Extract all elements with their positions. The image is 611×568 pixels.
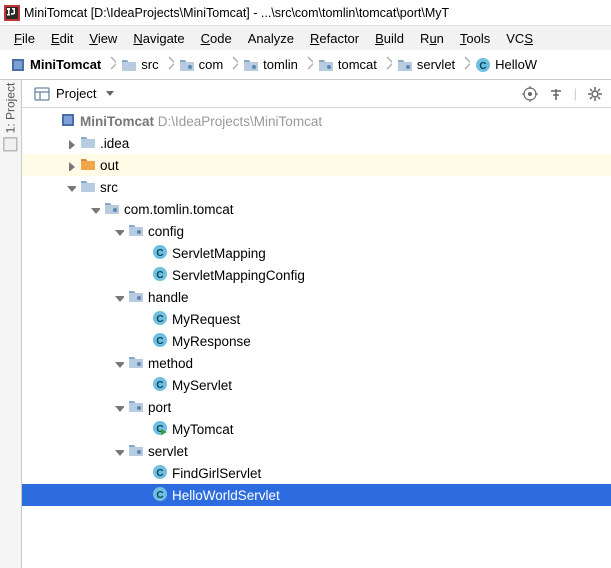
tree-row-handle[interactable]: handle: [22, 286, 611, 308]
chevron-right-icon: [302, 55, 314, 74]
tree-row-package[interactable]: com.tomlin.tomcat: [22, 198, 611, 220]
menu-bar: File Edit View Navigate Code Analyze Ref…: [0, 26, 611, 50]
folder-icon: [80, 134, 96, 153]
class-runnable-icon: [152, 420, 168, 439]
chevron-right-icon: [227, 55, 239, 74]
project-view-label[interactable]: Project: [56, 86, 96, 101]
project-view-icon: [34, 86, 50, 102]
crumb-tomlin[interactable]: tomlin: [243, 57, 298, 73]
collapse-all-icon[interactable]: [548, 86, 564, 102]
class-icon: [152, 486, 168, 505]
menu-code[interactable]: Code: [193, 28, 240, 49]
scroll-from-source-icon[interactable]: [522, 86, 538, 102]
expand-arrow-icon[interactable]: [62, 135, 78, 151]
menu-refactor[interactable]: Refactor: [302, 28, 367, 49]
crumb-com[interactable]: com: [179, 57, 224, 73]
tree-row-findgirlservlet[interactable]: FindGirlServlet: [22, 462, 611, 484]
menu-tools[interactable]: Tools: [452, 28, 498, 49]
expand-arrow-icon[interactable]: [110, 399, 126, 415]
expand-arrow-icon[interactable]: [62, 157, 78, 173]
expand-arrow-icon[interactable]: [86, 201, 102, 217]
tree-row-root-cutoff[interactable]: MiniTomcat D:\IdeaProjects\MiniTomcat: [22, 110, 611, 132]
folder-icon: [80, 178, 96, 197]
expand-arrow-icon[interactable]: [110, 443, 126, 459]
crumb-servlet[interactable]: servlet: [397, 57, 455, 73]
expand-arrow-icon[interactable]: [62, 179, 78, 195]
class-icon: [152, 332, 168, 351]
expand-arrow-icon[interactable]: [110, 289, 126, 305]
chevron-right-icon: [459, 55, 471, 74]
tree-row-src[interactable]: src: [22, 176, 611, 198]
menu-edit[interactable]: Edit: [43, 28, 81, 49]
navigation-bar: MiniTomcat src com tomlin tomcat servlet…: [0, 50, 611, 80]
menu-navigate[interactable]: Navigate: [125, 28, 192, 49]
menu-analyze[interactable]: Analyze: [240, 28, 302, 49]
class-icon: [152, 266, 168, 285]
chevron-down-icon[interactable]: [102, 86, 118, 102]
class-icon: [152, 244, 168, 263]
project-tool-header: Project |: [22, 80, 611, 108]
tree-row-out[interactable]: out: [22, 154, 611, 176]
expand-arrow-icon[interactable]: [42, 113, 58, 129]
chevron-right-icon: [105, 55, 117, 74]
package-icon: [104, 200, 120, 219]
tree-row-port[interactable]: port: [22, 396, 611, 418]
folder-icon: [80, 156, 96, 175]
tree-row-servletmapping[interactable]: ServletMapping: [22, 242, 611, 264]
chevron-right-icon: [381, 55, 393, 74]
tree-row-helloworldservlet[interactable]: HelloWorldServlet: [22, 484, 611, 506]
tree-row-myrequest[interactable]: MyRequest: [22, 308, 611, 330]
class-icon: [152, 464, 168, 483]
tree-row-myservlet[interactable]: MyServlet: [22, 374, 611, 396]
project-tab-icon: [4, 137, 18, 151]
package-icon: [128, 398, 144, 417]
module-icon: [60, 112, 76, 131]
menu-build[interactable]: Build: [367, 28, 412, 49]
tree-row-servlet[interactable]: servlet: [22, 440, 611, 462]
package-icon: [128, 442, 144, 461]
menu-view[interactable]: View: [81, 28, 125, 49]
tree-row-idea[interactable]: .idea: [22, 132, 611, 154]
package-icon: [128, 354, 144, 373]
crumb-module[interactable]: MiniTomcat: [10, 57, 101, 73]
menu-vcs[interactable]: VCS: [498, 28, 541, 49]
menu-file[interactable]: File: [6, 28, 43, 49]
toolwindow-tab-project[interactable]: 1: Project: [4, 83, 18, 152]
tree-row-servletmappingconfig[interactable]: ServletMappingConfig: [22, 264, 611, 286]
class-icon: [152, 310, 168, 329]
expand-arrow-icon[interactable]: [110, 355, 126, 371]
separator: |: [574, 86, 577, 101]
tree-row-config[interactable]: config: [22, 220, 611, 242]
crumb-class[interactable]: HelloW: [475, 57, 537, 73]
expand-arrow-icon[interactable]: [110, 223, 126, 239]
title-project: MiniTomcat: [24, 6, 87, 20]
module-icon: [10, 57, 26, 73]
chevron-right-icon: [163, 55, 175, 74]
project-tree[interactable]: MiniTomcat D:\IdeaProjects\MiniTomcat .i…: [22, 108, 611, 568]
left-gutter: 1: Project: [0, 80, 22, 568]
title-path: [D:\IdeaProjects\MiniTomcat] - ...\src\c…: [91, 6, 449, 20]
class-icon: [152, 376, 168, 395]
menu-run[interactable]: Run: [412, 28, 452, 49]
crumb-src[interactable]: src: [121, 57, 158, 73]
window-titlebar: MiniTomcat [D:\IdeaProjects\MiniTomcat] …: [0, 0, 611, 26]
app-icon: [4, 5, 20, 21]
package-icon: [128, 222, 144, 241]
tree-row-method[interactable]: method: [22, 352, 611, 374]
crumb-tomcat[interactable]: tomcat: [318, 57, 377, 73]
settings-gear-icon[interactable]: [587, 86, 603, 102]
tree-row-mytomcat[interactable]: MyTomcat: [22, 418, 611, 440]
package-icon: [128, 288, 144, 307]
tree-row-myresponse[interactable]: MyResponse: [22, 330, 611, 352]
